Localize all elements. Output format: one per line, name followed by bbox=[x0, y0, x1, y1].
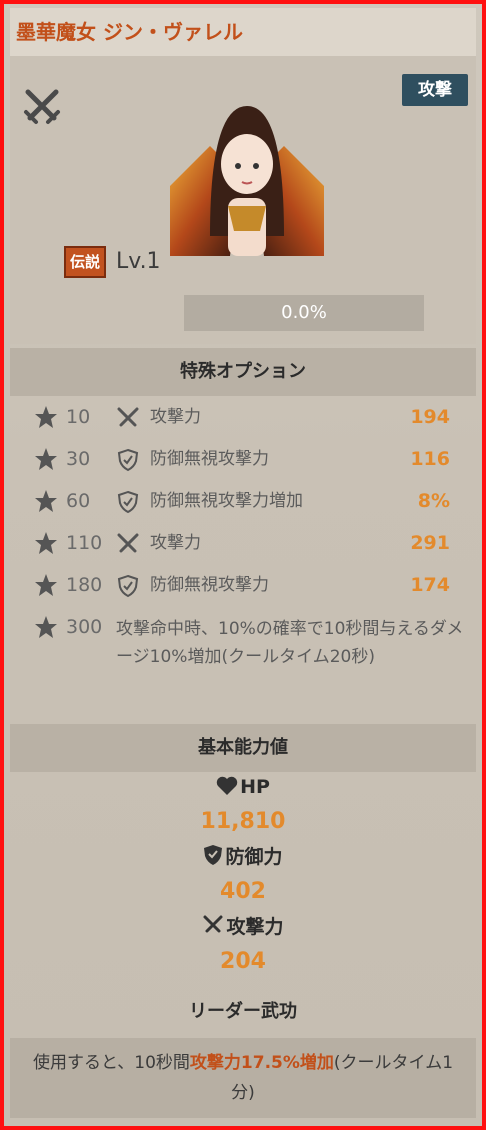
option-star-level: 110 bbox=[66, 532, 103, 554]
option-name: 攻撃力 bbox=[150, 407, 201, 427]
defense-value: 402 bbox=[220, 879, 266, 904]
defense-label: 防御力 bbox=[10, 840, 476, 874]
option-star-level: 180 bbox=[66, 574, 103, 596]
heart-icon bbox=[216, 776, 238, 795]
shield-icon bbox=[117, 574, 139, 598]
option-value: 116 bbox=[410, 448, 450, 470]
hero-name-title: 墨華魔女 ジン・ヴァレル bbox=[10, 8, 476, 56]
option-name: 攻撃力 bbox=[150, 533, 201, 553]
hero-portrait bbox=[170, 106, 324, 256]
option-value: 291 bbox=[410, 532, 450, 554]
swords-icon bbox=[203, 915, 223, 933]
swords-icon bbox=[117, 533, 139, 553]
special-options-list: 10 攻撃力 194 30 防御無視攻撃力 116 60 防御無視攻撃力増加 8% 110 攻撃力 2… bbox=[10, 396, 476, 692]
option-name: 防御無視攻撃力 bbox=[150, 575, 269, 595]
leader-highlight: 攻撃力17.5%増加 bbox=[189, 1053, 334, 1073]
attack-label: 攻撃力 bbox=[10, 910, 476, 944]
level-text: Lv.1 bbox=[116, 249, 161, 274]
option-star-level: 30 bbox=[66, 448, 91, 470]
star-icon bbox=[35, 490, 57, 512]
hp-value: 11,810 bbox=[200, 809, 286, 834]
star-icon bbox=[35, 406, 57, 428]
special-options-heading: 特殊オプション bbox=[10, 348, 476, 396]
leader-skill-description: 使用すると、10秒間攻撃力17.5%増加(クールタイム1分) bbox=[10, 1038, 476, 1118]
leader-skill-heading: リーダー武功 bbox=[189, 1001, 297, 1022]
base-stats-heading: 基本能力値 bbox=[10, 724, 476, 772]
option-value: 8% bbox=[417, 490, 450, 512]
attack-label-text: 攻撃力 bbox=[226, 916, 284, 938]
option-value: 174 bbox=[410, 574, 450, 596]
swords-icon bbox=[117, 407, 139, 427]
attack-value: 204 bbox=[220, 949, 266, 974]
shield-icon bbox=[204, 845, 223, 865]
special-option-row: 180 防御無視攻撃力 174 bbox=[10, 564, 476, 606]
base-stats: HP 11,810 防御力 402 攻撃力 204 bbox=[10, 770, 476, 980]
class-badge-attack: 攻撃 bbox=[402, 74, 468, 106]
option-name: 防御無視攻撃力増加 bbox=[150, 491, 303, 511]
option-star-level: 300 bbox=[66, 616, 103, 638]
shield-icon bbox=[117, 490, 139, 514]
hp-label: HP bbox=[10, 770, 476, 804]
star-icon bbox=[35, 616, 57, 638]
rarity-badge-legend: 伝説 bbox=[64, 246, 106, 278]
special-option-row: 60 防御無視攻撃力増加 8% bbox=[10, 480, 476, 522]
option-star-level: 60 bbox=[66, 490, 91, 512]
hp-label-text: HP bbox=[240, 776, 270, 798]
option-description: 攻撃命中時、10%の確率で10秒間与えるダメージ10%増加(クールタイム20秒) bbox=[116, 619, 464, 667]
exp-progress-bar: 0.0% bbox=[184, 295, 424, 331]
star-icon bbox=[35, 532, 57, 554]
star-icon bbox=[35, 448, 57, 470]
exp-percent-text: 0.0% bbox=[281, 302, 327, 323]
crossed-swords-icon bbox=[24, 89, 60, 124]
defense-label-text: 防御力 bbox=[225, 846, 283, 868]
special-option-row: 30 防御無視攻撃力 116 bbox=[10, 438, 476, 480]
shield-icon bbox=[117, 448, 139, 472]
option-value: 194 bbox=[410, 406, 450, 428]
special-option-row: 10 攻撃力 194 bbox=[10, 396, 476, 438]
hero-detail-panel: 墨華魔女 ジン・ヴァレル 攻撃 伝説 Lv.1 0.0% 特殊オプション 10 … bbox=[0, 0, 486, 1130]
option-star-level: 10 bbox=[66, 406, 91, 428]
star-icon bbox=[35, 574, 57, 596]
leader-text-before: 使用すると、10秒間 bbox=[32, 1053, 190, 1073]
special-option-row: 300 攻撃命中時、10%の確率で10秒間与えるダメージ10%増加(クールタイム… bbox=[10, 606, 476, 692]
option-name: 防御無視攻撃力 bbox=[150, 449, 269, 469]
special-option-row: 110 攻撃力 291 bbox=[10, 522, 476, 564]
